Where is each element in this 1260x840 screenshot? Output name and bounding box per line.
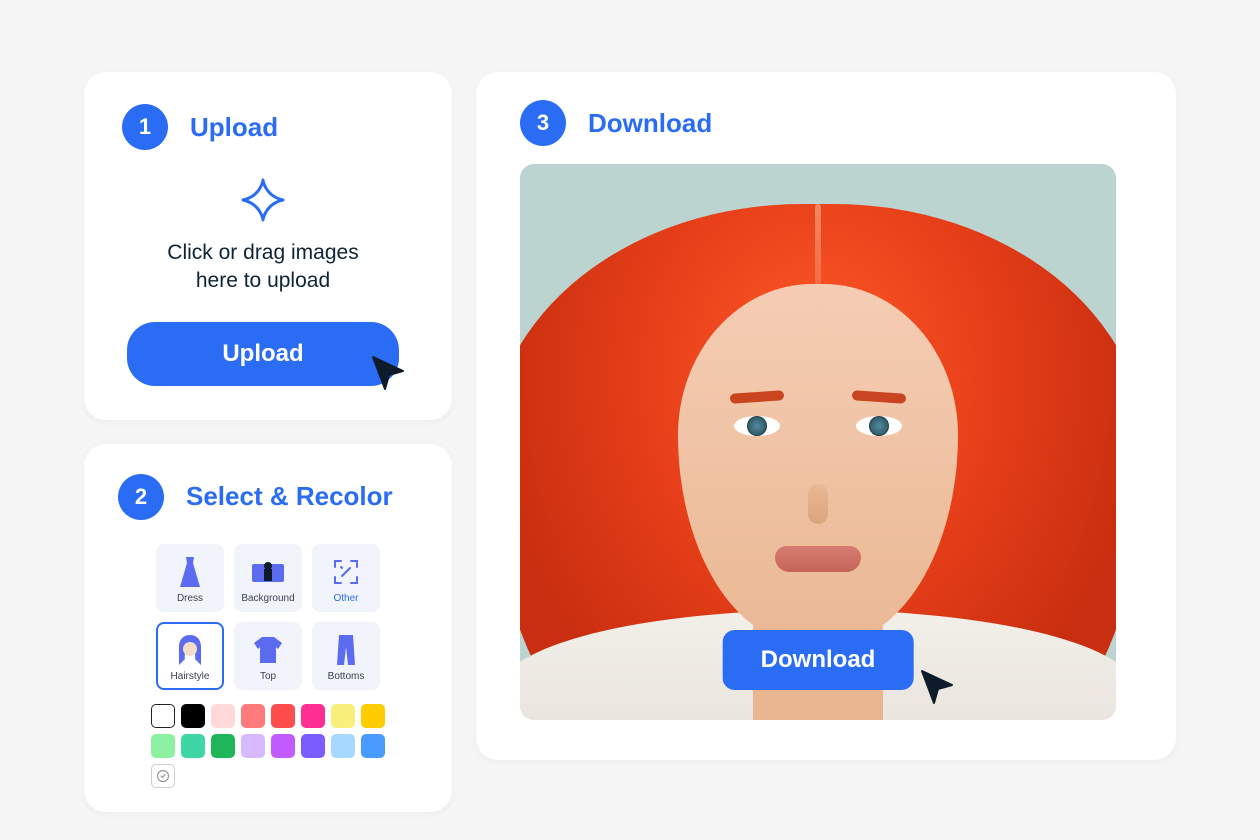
preview-eye [856, 416, 902, 436]
hairstyle-icon [160, 630, 220, 671]
step-badge-3: 3 [520, 100, 566, 146]
step-badge-2: 2 [118, 474, 164, 520]
swatch-lightpink[interactable] [211, 704, 235, 728]
swatch-pink[interactable] [301, 704, 325, 728]
step-title-upload: Upload [190, 112, 278, 143]
category-label: Other [333, 593, 358, 604]
swatch-blue[interactable] [361, 734, 385, 758]
upload-card: 1 Upload Click or drag images here to up… [84, 72, 452, 420]
dress-icon [160, 552, 220, 593]
category-background[interactable]: Background [234, 544, 302, 612]
swatch-violet[interactable] [301, 734, 325, 758]
swatch-row-1 [118, 704, 418, 728]
swatch-red[interactable] [271, 704, 295, 728]
download-button[interactable]: Download [723, 630, 914, 690]
step-title-download: Download [588, 108, 712, 139]
other-icon [316, 552, 376, 593]
category-label: Dress [177, 593, 203, 604]
background-icon [238, 552, 298, 593]
step-header-download: 3 Download [520, 100, 1142, 146]
step-title-select: Select & Recolor [186, 481, 393, 512]
swatch-green[interactable] [211, 734, 235, 758]
category-grid: Dress Background [118, 544, 418, 690]
download-card: 3 Download Download [476, 72, 1176, 760]
upload-hint-line2: here to upload [196, 269, 330, 292]
swatch-sky[interactable] [331, 734, 355, 758]
download-button-label: Download [761, 646, 876, 673]
upload-button-label: Upload [222, 340, 303, 367]
page-layout: 1 Upload Click or drag images here to up… [84, 72, 1176, 812]
category-label: Background [241, 593, 294, 604]
category-label: Hairstyle [171, 671, 210, 682]
swatch-more[interactable] [151, 764, 175, 788]
result-preview: Download [520, 164, 1116, 720]
swatch-purple[interactable] [271, 734, 295, 758]
plus-icon [241, 178, 285, 227]
top-icon [238, 630, 298, 671]
swatch-salmon[interactable] [241, 704, 265, 728]
preview-hair-part [815, 204, 821, 364]
select-card: 2 Select & Recolor Dress [84, 444, 452, 812]
category-label: Bottoms [328, 671, 365, 682]
swatch-black[interactable] [181, 704, 205, 728]
category-bottoms[interactable]: Bottoms [312, 622, 380, 690]
preview-nose [808, 484, 828, 524]
swatch-yellow[interactable] [361, 704, 385, 728]
step-header-select: 2 Select & Recolor [118, 474, 418, 520]
category-label: Top [260, 671, 276, 682]
cursor-icon [918, 667, 958, 712]
category-dress[interactable]: Dress [156, 544, 224, 612]
cursor-icon [369, 353, 409, 400]
preview-eye [734, 416, 780, 436]
swatch-lilac[interactable] [241, 734, 265, 758]
preview-brow [852, 390, 907, 404]
preview-brow [730, 390, 785, 404]
swatch-teal[interactable] [181, 734, 205, 758]
upload-hint: Click or drag images here to upload [122, 239, 404, 296]
step-header-upload: 1 Upload [122, 104, 404, 150]
bottoms-icon [316, 630, 376, 671]
swatch-row-2 [118, 734, 418, 788]
upload-hint-line1: Click or drag images [167, 241, 358, 264]
swatch-white[interactable] [151, 704, 175, 728]
step-badge-1: 1 [122, 104, 168, 150]
preview-lips [775, 546, 861, 572]
category-other[interactable]: Other [312, 544, 380, 612]
category-top[interactable]: Top [234, 622, 302, 690]
swatch-lemon[interactable] [331, 704, 355, 728]
swatch-mint[interactable] [151, 734, 175, 758]
upload-button[interactable]: Upload [127, 322, 399, 386]
upload-dropzone[interactable]: Click or drag images here to upload [122, 178, 404, 296]
category-hairstyle[interactable]: Hairstyle [156, 622, 224, 690]
left-column: 1 Upload Click or drag images here to up… [84, 72, 452, 812]
